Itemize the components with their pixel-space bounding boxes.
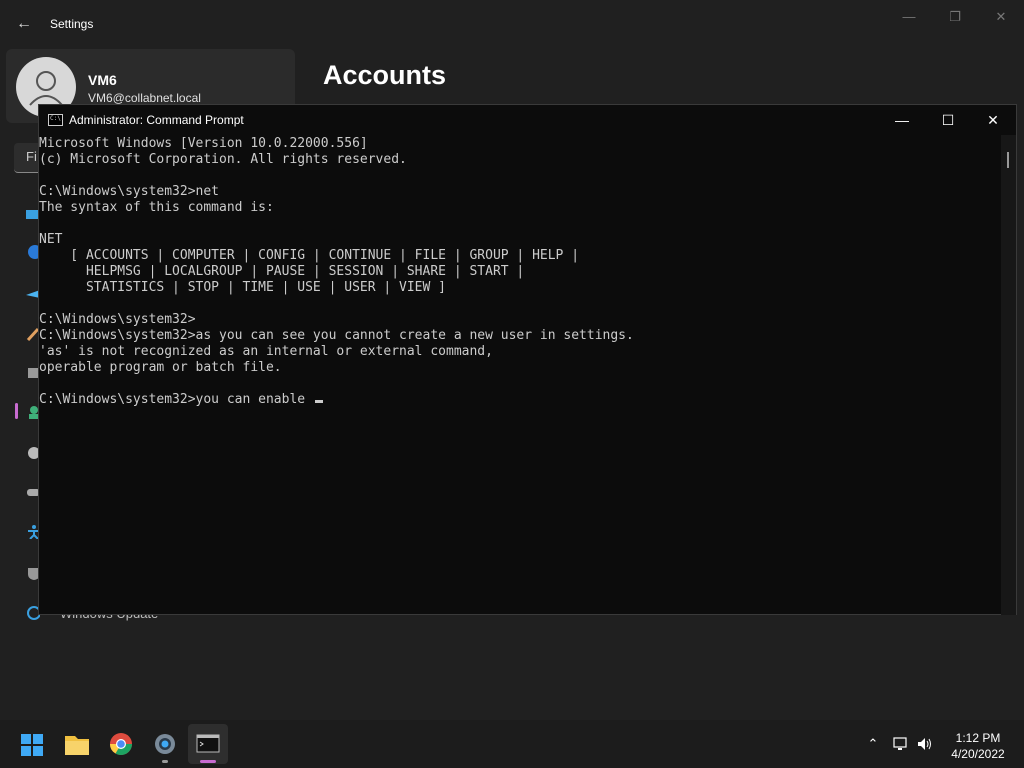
- desktop: ← Settings — ❐ ✕ VM6 VM6@collabnet.local…: [0, 0, 1024, 768]
- back-button[interactable]: ←: [14, 14, 34, 34]
- terminal-icon: [196, 734, 220, 753]
- cmd-titlebar[interactable]: Administrator: Command Prompt — ☐ ✕: [39, 105, 1016, 135]
- console-line: [ ACCOUNTS | COMPUTER | CONFIG | CONTINU…: [39, 248, 580, 263]
- command-prompt-taskbar-button[interactable]: [188, 724, 228, 764]
- settings-app-button[interactable]: [145, 724, 185, 764]
- console-line: The syntax of this command is:: [39, 200, 274, 215]
- console-line: C:\Windows\system32>as you can see you c…: [39, 328, 634, 343]
- settings-close-button[interactable]: ✕: [988, 8, 1014, 26]
- start-icon: [21, 734, 43, 756]
- command-prompt-icon: [48, 114, 63, 126]
- arrow-left-icon: ←: [16, 15, 32, 32]
- console-line: C:\Windows\system32>you can enable: [39, 392, 1001, 408]
- file-explorer-button[interactable]: [57, 724, 97, 764]
- cmd-minimize-button[interactable]: —: [879, 105, 925, 135]
- start-button[interactable]: [12, 724, 52, 764]
- chrome-button[interactable]: [101, 724, 141, 764]
- settings-minimize-button[interactable]: —: [896, 8, 922, 26]
- taskbar: ⌃ 1:12 PM 4/20/2022: [0, 720, 1024, 768]
- profile-email: VM6@collabnet.local: [88, 91, 201, 105]
- chevron-up-icon[interactable]: ⌃: [864, 736, 882, 752]
- console-line: operable program or batch file.: [39, 360, 282, 375]
- command-prompt-window[interactable]: Administrator: Command Prompt — ☐ ✕ Micr…: [38, 104, 1017, 615]
- clock-time: 1:12 PM: [955, 731, 1001, 745]
- minimize-icon: —: [902, 9, 916, 24]
- restore-icon: ❐: [949, 9, 961, 24]
- console-line: C:\Windows\system32>: [39, 312, 196, 327]
- cmd-maximize-button[interactable]: ☐: [925, 105, 971, 135]
- maximize-icon: ☐: [941, 112, 955, 128]
- running-indicator: [162, 760, 168, 763]
- volume-icon[interactable]: [916, 736, 934, 752]
- settings-window-title: Settings: [50, 17, 94, 31]
- page-title: Accounts: [323, 60, 447, 90]
- close-icon: ✕: [995, 9, 1007, 24]
- profile-name: VM6: [88, 72, 117, 88]
- cmd-window-title: Administrator: Command Prompt: [69, 113, 244, 127]
- console-line: 'as' is not recognized as an internal or…: [39, 344, 493, 359]
- nav-selected-indicator: [15, 403, 18, 419]
- console-line: NET: [39, 232, 63, 247]
- settings-icon: [155, 734, 175, 754]
- console-line: Microsoft Windows [Version 10.0.22000.55…: [39, 136, 368, 151]
- active-indicator: [200, 760, 216, 763]
- cmd-console-output[interactable]: Microsoft Windows [Version 10.0.22000.55…: [39, 135, 1001, 615]
- close-icon: ✕: [987, 112, 999, 128]
- settings-restore-button[interactable]: ❐: [942, 8, 968, 26]
- chrome-icon: [110, 733, 132, 755]
- file-explorer-icon: [65, 736, 89, 755]
- cmd-scrollbar[interactable]: [1001, 135, 1016, 615]
- network-icon[interactable]: [892, 736, 910, 752]
- console-line: (c) Microsoft Corporation. All rights re…: [39, 152, 407, 167]
- clock-date: 4/20/2022: [951, 747, 1005, 761]
- minimize-icon: —: [895, 112, 909, 128]
- console-line: HELPMSG | LOCALGROUP | PAUSE | SESSION |…: [39, 264, 525, 279]
- settings-titlebar: ← Settings — ❐ ✕: [0, 0, 1024, 48]
- console-line: STATISTICS | STOP | TIME | USE | USER | …: [39, 280, 446, 295]
- taskbar-clock[interactable]: 1:12 PM 4/20/2022: [940, 730, 1016, 762]
- cmd-scroll-thumb[interactable]: [1007, 152, 1009, 168]
- text-cursor: [314, 400, 323, 403]
- cmd-close-button[interactable]: ✕: [970, 105, 1016, 135]
- console-line: C:\Windows\system32>net: [39, 184, 220, 199]
